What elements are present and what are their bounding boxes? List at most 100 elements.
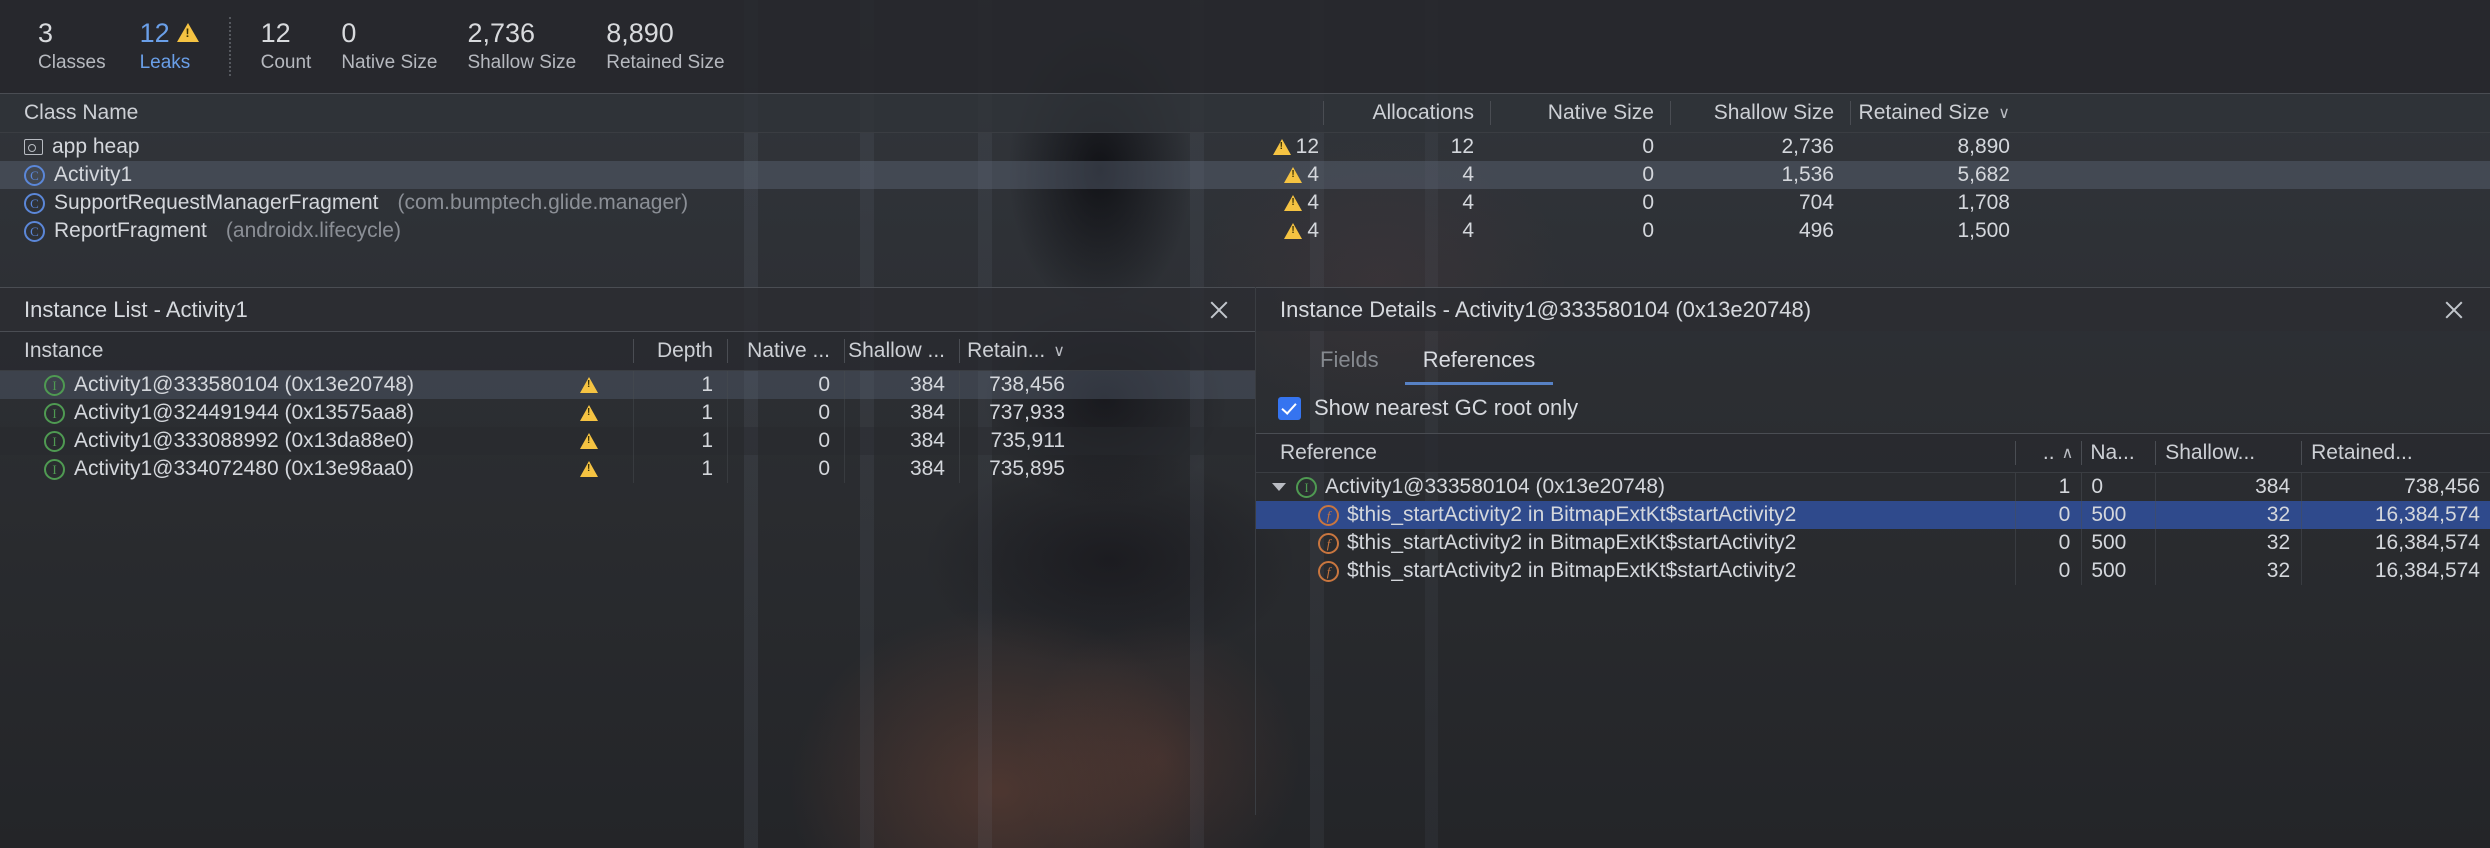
reference-row-native: 0 [2081, 473, 2155, 501]
class-row-name-label: SupportRequestManagerFragment [54, 191, 379, 214]
class-row-name: app heap [0, 135, 1190, 159]
column-header-retained[interactable]: Retain... ∨ [959, 339, 1079, 363]
warning-icon [580, 405, 598, 421]
class-row-allocations: 4 [1462, 163, 1474, 186]
reference-row-depth: 0 [2015, 501, 2081, 529]
show-nearest-gc-root-checkbox[interactable] [1278, 396, 1301, 420]
close-icon[interactable] [1205, 296, 1233, 324]
reference-row-label: $this_startActivity2 in BitmapExtKt$star… [1347, 503, 1797, 526]
column-header-shallow-size[interactable]: Shallow Size [1670, 101, 1850, 125]
stat-leaks-label: Leaks [139, 51, 191, 73]
reference-row-native: 500 [2081, 557, 2155, 585]
column-header-retained-label: Retain... [967, 339, 1046, 362]
sort-chevron-up-icon: ∧ [2061, 445, 2074, 462]
column-header-ref-native[interactable]: Na... [2081, 441, 2155, 465]
class-icon: C [24, 192, 45, 214]
warning-icon [580, 461, 598, 477]
column-header-instance[interactable]: Instance [0, 339, 545, 363]
stat-count-label: Count [260, 51, 312, 73]
instance-row-shallow: 384 [844, 399, 959, 427]
list-item[interactable]: I Activity1@324491944 (0x13575aa8) 1 0 3… [0, 399, 1255, 427]
list-item[interactable]: I Activity1@334072480 (0x13e98aa0) 1 0 3… [0, 455, 1255, 483]
class-table-header: Class Name Allocations Native Size Shall… [0, 93, 2490, 133]
stat-shallow-size-value: 2,736 [467, 17, 536, 48]
column-header-ref-depth-label: .. [2042, 441, 2055, 464]
warning-icon [1272, 139, 1291, 155]
reference-row-label-cell: f $this_startActivity2 in BitmapExtKt$st… [1256, 531, 2015, 555]
column-header-class-name[interactable]: Class Name [0, 101, 1190, 125]
column-header-allocations[interactable]: Allocations [1323, 101, 1490, 125]
field-icon: f [1318, 504, 1339, 526]
column-header-ref-depth[interactable]: .. ∧ [2015, 441, 2081, 465]
instance-row-native: 0 [727, 427, 844, 455]
class-row-native-size: 0 [1642, 135, 1654, 158]
list-item[interactable]: I Activity1@333580104 (0x13e20748) 1 0 3… [0, 371, 1255, 399]
warning-icon [1284, 167, 1303, 183]
column-header-ref-shallow[interactable]: Shallow... [2155, 441, 2301, 465]
class-row-shallow-size: 2,736 [1781, 135, 1834, 158]
instance-row-depth: 1 [633, 427, 727, 455]
list-item[interactable]: I Activity1@333088992 (0x13da88e0) 1 0 3… [0, 427, 1255, 455]
class-row-allocations: 4 [1462, 219, 1474, 242]
warning-icon [1284, 223, 1303, 239]
instance-row-native: 0 [727, 455, 844, 483]
show-nearest-gc-root-label: Show nearest GC root only [1314, 395, 1579, 420]
table-row[interactable]: f $this_startActivity2 in BitmapExtKt$st… [1256, 557, 2490, 585]
table-row[interactable]: C Activity1 4 4 0 1,536 5,682 [0, 161, 2490, 189]
column-header-native-size[interactable]: Native Size [1490, 101, 1670, 125]
tab-references[interactable]: References [1401, 347, 1558, 385]
table-row[interactable]: C ReportFragment (androidx.lifecycle) 4 … [0, 217, 2490, 245]
instance-details-tabs: Fields References [1256, 331, 2490, 385]
class-row-package: (androidx.lifecycle) [225, 219, 401, 242]
gc-root-checkbox-row[interactable]: Show nearest GC root only [1256, 385, 2490, 433]
column-header-ref-retained[interactable]: Retained... [2301, 441, 2490, 465]
instance-row-warning [545, 405, 633, 421]
class-row-native-size: 0 [1642, 191, 1654, 214]
class-row-name-label: ReportFragment [54, 219, 207, 242]
class-icon: C [24, 164, 45, 186]
instance-row-name-label: Activity1@334072480 (0x13e98aa0) [74, 457, 415, 480]
instance-list-title: Instance List - Activity1 [24, 296, 248, 322]
instance-row-depth: 1 [633, 399, 727, 427]
stat-count-value: 12 [260, 17, 291, 48]
table-row[interactable]: f $this_startActivity2 in BitmapExtKt$st… [1256, 529, 2490, 557]
tab-fields[interactable]: Fields [1298, 347, 1401, 385]
table-row[interactable]: I Activity1@333580104 (0x13e20748) 1 0 3… [1256, 473, 2490, 501]
instance-list-panel: Instance List - Activity1 Instance Depth… [0, 287, 1255, 815]
reference-row-depth: 1 [2015, 473, 2081, 501]
instance-list-title-bar: Instance List - Activity1 [0, 287, 1255, 331]
warning-icon [580, 433, 598, 449]
reference-row-label-cell: f $this_startActivity2 in BitmapExtKt$st… [1256, 503, 2015, 527]
stat-native-size-value: 0 [341, 17, 357, 48]
reference-row-native: 500 [2081, 501, 2155, 529]
column-header-reference[interactable]: Reference [1256, 441, 2015, 465]
class-row-shallow-size: 1,536 [1781, 163, 1834, 186]
reference-row-native: 500 [2081, 529, 2155, 557]
reference-row-retained: 16,384,574 [2301, 557, 2490, 585]
instance-row-native: 0 [727, 399, 844, 427]
instance-row-name-label: Activity1@333088992 (0x13da88e0) [74, 429, 415, 452]
column-header-depth[interactable]: Depth [633, 339, 727, 363]
stat-native-size-label: Native Size [341, 51, 438, 73]
class-row-native-size: 0 [1642, 219, 1654, 242]
close-icon[interactable] [2440, 296, 2468, 324]
column-header-retained-size[interactable]: Retained Size ∨ [1850, 101, 2026, 125]
stat-leaks[interactable]: 12 Leaks [140, 18, 229, 76]
table-row[interactable]: C SupportRequestManagerFragment (com.bum… [0, 189, 2490, 217]
class-row-leaks-count: 4 [1307, 163, 1319, 186]
column-header-native[interactable]: Native ... [727, 339, 844, 363]
instance-row-name-label: Activity1@324491944 (0x13575aa8) [74, 401, 415, 424]
instance-row-shallow: 384 [844, 455, 959, 483]
class-row-shallow-size: 704 [1798, 191, 1834, 214]
table-row[interactable]: app heap 12 12 0 2,736 8,890 [0, 133, 2490, 161]
column-header-shallow[interactable]: Shallow ... [844, 339, 959, 363]
reference-row-depth: 0 [2015, 529, 2081, 557]
class-row-name: C Activity1 [0, 163, 1190, 187]
chevron-down-icon[interactable] [1272, 483, 1286, 491]
class-row-leaks-count: 4 [1307, 191, 1319, 214]
table-row[interactable]: f $this_startActivity2 in BitmapExtKt$st… [1256, 501, 2490, 529]
class-icon: C [24, 220, 45, 242]
stat-shallow-size: 2,736 Shallow Size [467, 18, 606, 76]
reference-row-label-cell: I Activity1@333580104 (0x13e20748) [1256, 475, 2015, 499]
column-header-retained-size-label: Retained Size [1858, 101, 1990, 124]
